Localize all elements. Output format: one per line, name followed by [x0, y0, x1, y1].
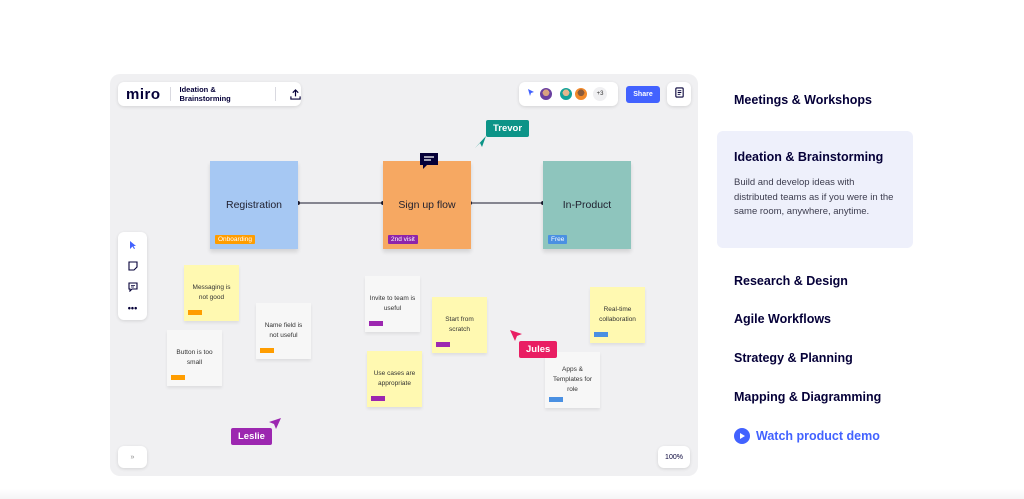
sticky-text: Start from scratch: [445, 316, 474, 333]
sticky-text: Button is too small: [176, 349, 213, 366]
active-menu-title: Ideation & Brainstorming: [734, 150, 884, 164]
zoom-level[interactable]: 100%: [658, 446, 690, 468]
tag-mark: [549, 397, 563, 402]
sticky-note[interactable]: Real-time collaboration: [590, 287, 645, 343]
tag-mark: [369, 321, 383, 326]
menu-item-research-design[interactable]: Research & Design: [734, 274, 848, 288]
play-icon: [734, 428, 750, 444]
menu-item-mapping-diagramming[interactable]: Mapping & Diagramming: [734, 390, 881, 404]
cursor-label-trevor: Trevor: [486, 120, 530, 137]
tag-mark: [171, 375, 185, 380]
sticky-note[interactable]: Invite to team is useful: [365, 276, 420, 332]
cursor-label-leslie: Leslie: [231, 428, 272, 445]
menu-item-agile-workflows[interactable]: Agile Workflows: [734, 312, 831, 326]
sticky-note[interactable]: Apps & Templates for role: [545, 352, 600, 408]
sticky-text: Real-time collaboration: [599, 306, 636, 323]
frame-label: Sign up flow: [398, 199, 456, 211]
sticky-text: Use cases are appropriate: [373, 370, 416, 387]
tag-mark: [371, 396, 385, 401]
menu-item-ideation-brainstorming-active[interactable]: Ideation & Brainstorming Build and devel…: [717, 131, 913, 248]
frame-card-in-product[interactable]: In-Product Free: [543, 161, 631, 249]
frame-tag: 2nd visit: [388, 235, 418, 244]
watch-demo-link[interactable]: Watch product demo: [734, 428, 880, 444]
expand-panel-button[interactable]: »: [118, 446, 147, 468]
sticky-text: Name field is not useful: [264, 322, 303, 339]
sticky-note[interactable]: Start from scratch: [432, 297, 487, 353]
sticky-text: Messaging is not good: [192, 284, 231, 301]
miro-board[interactable]: miro Ideation & Brainstorming +3 Share •…: [110, 74, 698, 476]
menu-item-strategy-planning[interactable]: Strategy & Planning: [734, 351, 853, 365]
sticky-note[interactable]: Messaging is not good: [184, 265, 239, 321]
sticky-text: Invite to team is useful: [369, 295, 416, 312]
sticky-note[interactable]: Use cases are appropriate: [367, 351, 422, 407]
cursor-arrow-icon: [473, 135, 487, 154]
comment-bubble-icon[interactable]: [419, 152, 439, 175]
tag-mark: [188, 310, 202, 315]
tag-mark: [436, 342, 450, 347]
watch-demo-label: Watch product demo: [756, 429, 880, 443]
sticky-note[interactable]: Button is too small: [167, 330, 222, 386]
active-menu-description: Build and develop ideas with distributed…: [734, 177, 894, 217]
frame-card-registration[interactable]: Registration Onboarding: [210, 161, 298, 249]
frame-label: Registration: [225, 199, 283, 211]
cursor-label-jules: Jules: [519, 341, 558, 358]
menu-item-meetings-workshops[interactable]: Meetings & Workshops: [734, 93, 872, 107]
frame-tag: Onboarding: [215, 235, 255, 244]
frame-tag: Free: [548, 235, 568, 244]
tag-mark: [594, 332, 608, 337]
frame-label: In-Product: [562, 199, 612, 211]
sticky-note[interactable]: Name field is not useful: [256, 303, 311, 359]
tag-mark: [260, 348, 274, 353]
page-bottom-edge: [0, 489, 1024, 499]
sticky-text: Apps & Templates for role: [552, 366, 593, 393]
